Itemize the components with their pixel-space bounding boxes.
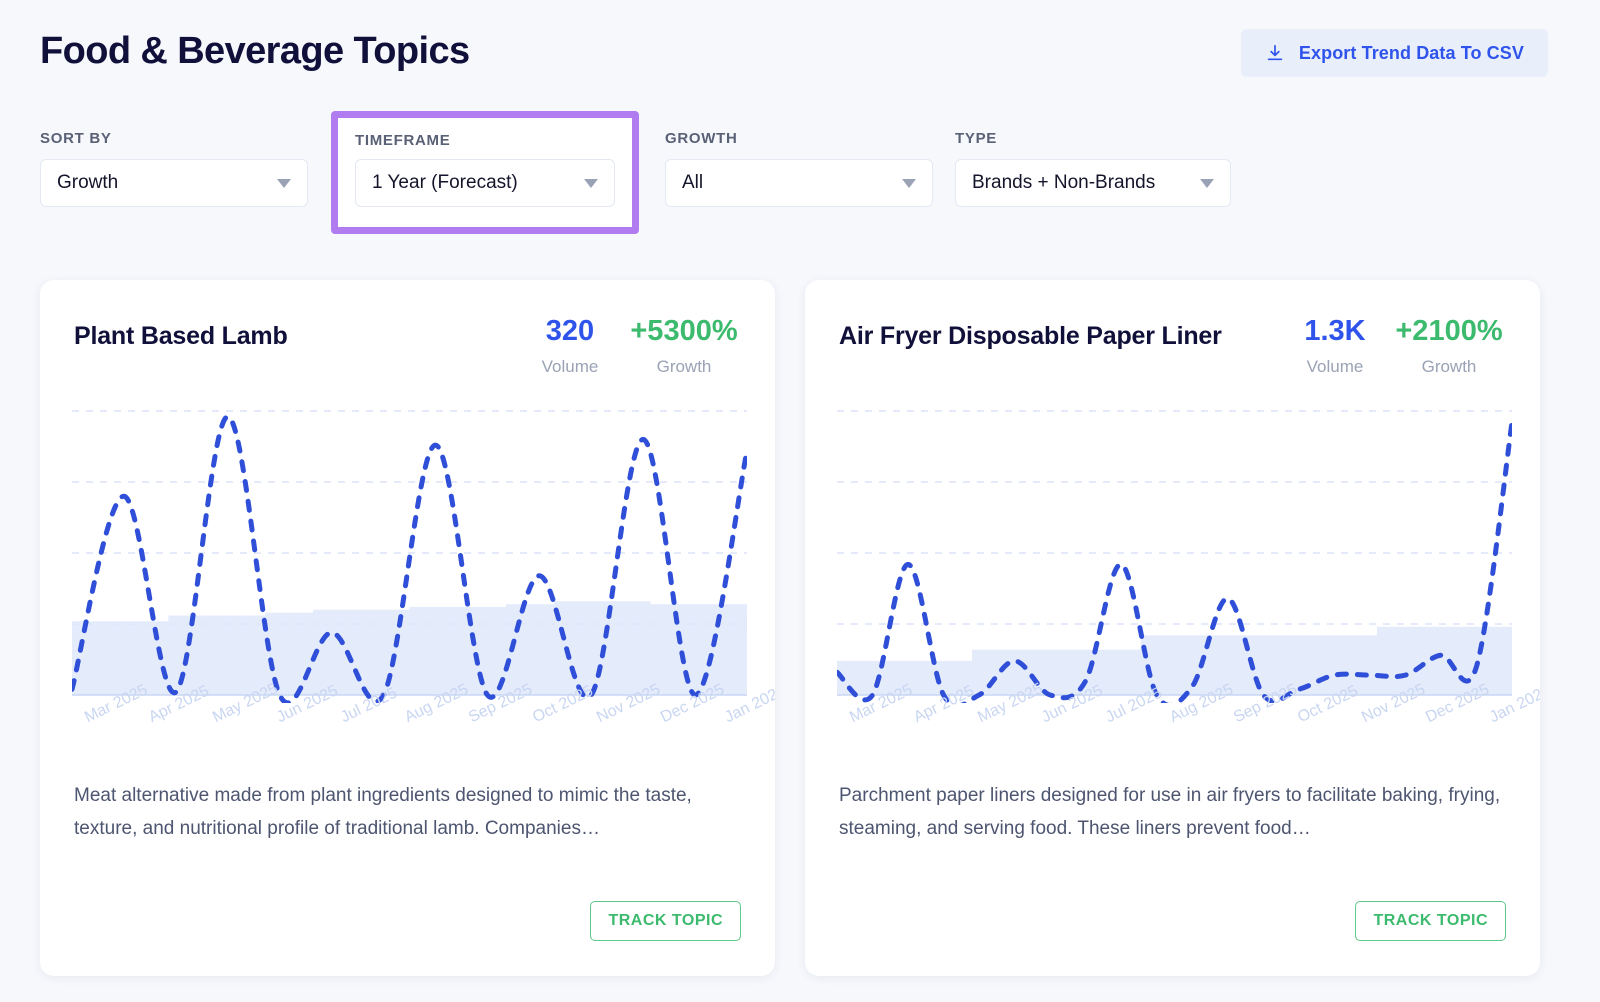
filter-growth: GROWTH All — [665, 130, 933, 207]
chevron-down-icon — [277, 178, 291, 188]
volume-label: Volume — [1306, 356, 1364, 376]
filter-timeframe: TIMEFRAME 1 Year (Forecast) — [355, 132, 615, 207]
topic-card[interactable]: Air Fryer Disposable Paper Liner 1.3K Vo… — [805, 280, 1540, 976]
sort-by-value: Growth — [57, 172, 119, 193]
timeframe-value: 1 Year (Forecast) — [372, 172, 518, 193]
growth-dropdown[interactable]: All — [665, 159, 933, 207]
type-value: Brands + Non-Brands — [972, 172, 1156, 193]
topic-card-header: Air Fryer Disposable Paper Liner 1.3K Vo… — [805, 280, 1540, 377]
growth-stat: +2100% Growth — [1392, 315, 1506, 377]
topic-cards-grid: Plant Based Lamb 320 Volume +5300% Growt… — [40, 280, 1540, 976]
export-button-label: Export Trend Data To CSV — [1298, 42, 1524, 63]
growth-label: Growth — [656, 356, 712, 376]
volume-stat: 1.3K Volume — [1296, 315, 1374, 377]
filter-sort-by-label: SORT BY — [40, 130, 112, 147]
growth-value: All — [682, 172, 704, 193]
topic-description: Parchment paper liners designed for use … — [839, 785, 1501, 839]
topic-title: Air Fryer Disposable Paper Liner — [839, 322, 1222, 350]
filter-sort-by: SORT BY Growth — [40, 130, 308, 207]
trend-chart-plant-based-lamb: Mar 2025 Apr 2025 May 2025 Jun 2025 Jul 2025… — [72, 403, 775, 726]
filter-timeframe-label: TIMEFRAME — [355, 132, 451, 149]
type-dropdown[interactable]: Brands + Non-Brands — [955, 159, 1231, 207]
chevron-down-icon — [1200, 178, 1214, 188]
chart-x-axis-labels: Mar 2025 Apr 2025 May 2025 Jun 2025 Jul 2025… — [72, 680, 775, 765]
track-topic-button[interactable]: TRACK TOPIC — [590, 901, 741, 941]
page-root: Food & Beverage Topics Export Trend Data… — [0, 0, 1600, 1002]
filter-growth-label: GROWTH — [665, 130, 738, 147]
page-title: Food & Beverage Topics — [40, 30, 470, 72]
chart-x-axis-labels: Mar 2025 Apr 2025 May 2025 Jun 2025 Jul 2025… — [837, 680, 1540, 765]
growth-label: Growth — [1421, 356, 1477, 376]
trend-chart-air-fryer-disposable-paper-liner: Mar 2025 Apr 2025 May 2025 Jun 2025 Jul 2025… — [837, 403, 1540, 726]
track-topic-button[interactable]: TRACK TOPIC — [1355, 901, 1506, 941]
volume-value: 320 — [545, 315, 595, 347]
volume-label: Volume — [541, 356, 599, 376]
sort-by-dropdown[interactable]: Growth — [40, 159, 308, 207]
download-icon — [1265, 43, 1285, 63]
topic-description: Meat alternative made from plant ingredi… — [74, 785, 692, 839]
trend-chart-svg — [837, 410, 1512, 703]
trend-chart-svg — [72, 410, 747, 703]
volume-value: 1.3K — [1304, 315, 1366, 347]
growth-value: +5300% — [630, 315, 738, 347]
filters-bar: SORT BY Growth TIMEFRAME 1 Year (Forecas… — [40, 111, 1231, 234]
growth-stat: +5300% Growth — [627, 315, 741, 377]
volume-stat: 320 Volume — [531, 315, 609, 377]
growth-value: +2100% — [1395, 315, 1503, 347]
topic-title: Plant Based Lamb — [74, 322, 288, 350]
topic-card[interactable]: Plant Based Lamb 320 Volume +5300% Growt… — [40, 280, 775, 976]
timeframe-highlight-box: TIMEFRAME 1 Year (Forecast) — [331, 111, 639, 234]
filter-type-label: TYPE — [955, 130, 997, 147]
export-trend-data-button[interactable]: Export Trend Data To CSV — [1240, 29, 1548, 77]
chevron-down-icon — [902, 178, 916, 188]
filter-type: TYPE Brands + Non-Brands — [955, 130, 1231, 207]
chevron-down-icon — [584, 178, 598, 188]
topic-card-header: Plant Based Lamb 320 Volume +5300% Growt… — [40, 280, 775, 377]
timeframe-dropdown[interactable]: 1 Year (Forecast) — [355, 159, 615, 207]
